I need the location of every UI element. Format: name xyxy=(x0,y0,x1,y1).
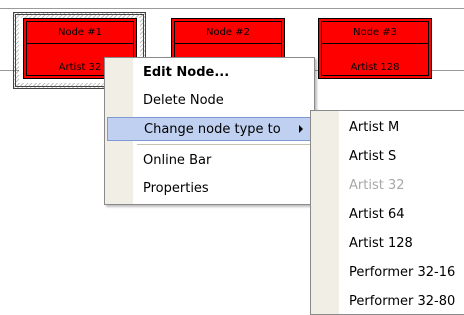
menu-item-label: Properties xyxy=(143,181,209,196)
submenu-arrow-icon xyxy=(299,125,303,133)
submenu-item-label: Artist 128 xyxy=(349,236,413,251)
node-title: Node #2 xyxy=(205,27,251,38)
menu-item-delete-node[interactable]: Delete Node xyxy=(107,89,312,113)
node-3[interactable]: Node #3 Artist 128 xyxy=(318,18,432,79)
canvas-guide-line xyxy=(0,8,464,9)
menu-item-label: Change node type to xyxy=(144,122,281,137)
node-type-submenu: Artist M Artist S Artist 32 Artist 64 Ar… xyxy=(310,110,464,315)
submenu-item-label: Artist 64 xyxy=(349,207,405,222)
submenu-item-artist-64[interactable]: Artist 64 xyxy=(313,202,464,226)
submenu-item-artist-128[interactable]: Artist 128 xyxy=(313,231,464,255)
submenu-item-performer-32-80[interactable]: Performer 32-80 xyxy=(313,289,464,313)
node-divider xyxy=(322,43,428,44)
node-type: Artist 128 xyxy=(350,62,400,73)
node-title: Node #1 xyxy=(57,27,103,38)
node-divider xyxy=(175,43,281,44)
submenu-item-label: Performer 32-16 xyxy=(349,265,456,280)
menu-item-label: Delete Node xyxy=(143,93,224,108)
submenu-item-label: Artist M xyxy=(349,120,400,135)
menu-item-label: Edit Node... xyxy=(143,65,230,80)
submenu-item-artist-m[interactable]: Artist M xyxy=(313,115,464,139)
menu-item-edit-node[interactable]: Edit Node... xyxy=(107,61,312,85)
submenu-item-performer-32-16[interactable]: Performer 32-16 xyxy=(313,260,464,284)
node-divider xyxy=(27,43,133,44)
submenu-item-artist-s[interactable]: Artist S xyxy=(313,144,464,168)
menu-separator xyxy=(137,144,312,145)
menu-item-online-bar[interactable]: Online Bar xyxy=(107,149,312,173)
submenu-item-label: Performer 32-80 xyxy=(349,294,456,309)
menu-item-change-node-type[interactable]: Change node type to xyxy=(107,117,312,141)
node-title: Node #3 xyxy=(352,27,398,38)
context-menu: Edit Node... Delete Node Change node typ… xyxy=(104,57,315,205)
submenu-item-label: Artist 32 xyxy=(349,178,405,193)
submenu-item-label: Artist S xyxy=(349,149,397,164)
menu-item-label: Online Bar xyxy=(143,153,212,168)
submenu-item-artist-32: Artist 32 xyxy=(313,173,464,197)
menu-item-properties[interactable]: Properties xyxy=(107,177,312,201)
